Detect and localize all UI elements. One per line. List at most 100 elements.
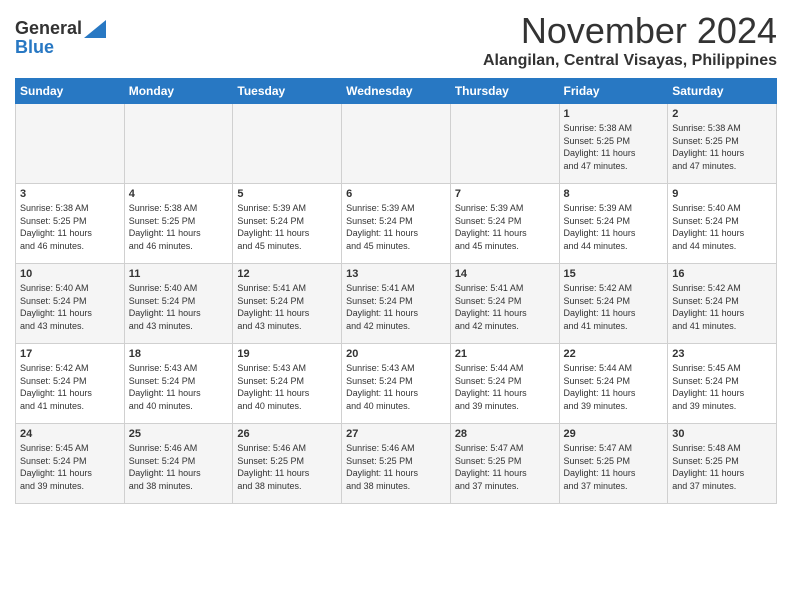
day-info: Sunrise: 5:48 AM Sunset: 5:25 PM Dayligh… [672, 442, 772, 492]
weekday-wednesday: Wednesday [342, 79, 451, 104]
day-number: 5 [237, 188, 337, 200]
day-info: Sunrise: 5:38 AM Sunset: 5:25 PM Dayligh… [672, 122, 772, 172]
calendar-cell [124, 104, 233, 184]
calendar-cell: 8 Sunrise: 5:39 AM Sunset: 5:24 PM Daylig… [559, 184, 668, 264]
day-number: 19 [237, 348, 337, 360]
day-number: 10 [20, 268, 120, 280]
day-number: 17 [20, 348, 120, 360]
day-info: Sunrise: 5:45 AM Sunset: 5:24 PM Dayligh… [20, 442, 120, 492]
calendar-cell [342, 104, 451, 184]
calendar-cell: 14 Sunrise: 5:41 AM Sunset: 5:24 PM Dayli… [450, 264, 559, 344]
day-number: 29 [564, 428, 664, 440]
day-number: 27 [346, 428, 446, 440]
calendar-cell: 16 Sunrise: 5:42 AM Sunset: 5:24 PM Dayli… [668, 264, 777, 344]
logo-icon [84, 20, 106, 38]
day-info: Sunrise: 5:44 AM Sunset: 5:24 PM Dayligh… [564, 362, 664, 412]
weekday-tuesday: Tuesday [233, 79, 342, 104]
weekday-sunday: Sunday [16, 79, 125, 104]
calendar-week-row: 3Sunrise: 5:38 AM Sunset: 5:25 PM Daylig… [16, 184, 777, 264]
day-info: Sunrise: 5:43 AM Sunset: 5:24 PM Dayligh… [237, 362, 337, 412]
page-header: General Blue November 2024 Alangilan, Ce… [15, 10, 777, 70]
day-info: Sunrise: 5:39 AM Sunset: 5:24 PM Dayligh… [346, 202, 446, 252]
day-info: Sunrise: 5:40 AM Sunset: 5:24 PM Dayligh… [20, 282, 120, 332]
day-number: 2 [672, 108, 772, 120]
calendar-week-row: 24 Sunrise: 5:45 AM Sunset: 5:24 PM Dayli… [16, 424, 777, 504]
calendar-cell: 1 Sunrise: 5:38 AM Sunset: 5:25 PM Daylig… [559, 104, 668, 184]
calendar-cell: 25 Sunrise: 5:46 AM Sunset: 5:24 PM Dayli… [124, 424, 233, 504]
day-number: 15 [564, 268, 664, 280]
day-info: Sunrise: 5:40 AM Sunset: 5:24 PM Dayligh… [672, 202, 772, 252]
day-info: Sunrise: 5:45 AM Sunset: 5:24 PM Dayligh… [672, 362, 772, 412]
calendar-cell: 10 Sunrise: 5:40 AM Sunset: 5:24 PM Dayli… [16, 264, 125, 344]
calendar-body: 1 Sunrise: 5:38 AM Sunset: 5:25 PM Daylig… [16, 104, 777, 504]
day-info: Sunrise: 5:38 AM Sunset: 5:25 PM Dayligh… [564, 122, 664, 172]
day-info: Sunrise: 5:41 AM Sunset: 5:24 PM Dayligh… [455, 282, 555, 332]
calendar-cell [450, 104, 559, 184]
day-number: 4 [129, 188, 229, 200]
day-info: Sunrise: 5:46 AM Sunset: 5:25 PM Dayligh… [346, 442, 446, 492]
day-info: Sunrise: 5:38 AM Sunset: 5:25 PM Dayligh… [20, 202, 120, 252]
day-info: Sunrise: 5:42 AM Sunset: 5:24 PM Dayligh… [672, 282, 772, 332]
day-number: 1 [564, 108, 664, 120]
calendar-cell [233, 104, 342, 184]
day-info: Sunrise: 5:38 AM Sunset: 5:25 PM Dayligh… [129, 202, 229, 252]
title-section: November 2024 Alangilan, Central Visayas… [483, 10, 777, 70]
day-number: 22 [564, 348, 664, 360]
day-number: 24 [20, 428, 120, 440]
calendar-cell: 11 Sunrise: 5:40 AM Sunset: 5:24 PM Dayli… [124, 264, 233, 344]
day-number: 7 [455, 188, 555, 200]
weekday-thursday: Thursday [450, 79, 559, 104]
calendar-cell: 22 Sunrise: 5:44 AM Sunset: 5:24 PM Dayli… [559, 344, 668, 424]
day-info: Sunrise: 5:39 AM Sunset: 5:24 PM Dayligh… [564, 202, 664, 252]
calendar-cell [16, 104, 125, 184]
calendar-cell: 3Sunrise: 5:38 AM Sunset: 5:25 PM Daylig… [16, 184, 125, 264]
calendar-cell: 15Sunrise: 5:42 AM Sunset: 5:24 PM Dayli… [559, 264, 668, 344]
calendar-cell: 24 Sunrise: 5:45 AM Sunset: 5:24 PM Dayli… [16, 424, 125, 504]
calendar-cell: 17 Sunrise: 5:42 AM Sunset: 5:24 PM Dayli… [16, 344, 125, 424]
day-number: 14 [455, 268, 555, 280]
calendar-cell: 9Sunrise: 5:40 AM Sunset: 5:24 PM Daylig… [668, 184, 777, 264]
day-number: 6 [346, 188, 446, 200]
logo-blue-text: Blue [15, 37, 54, 58]
calendar-week-row: 17 Sunrise: 5:42 AM Sunset: 5:24 PM Dayli… [16, 344, 777, 424]
calendar-cell: 30 Sunrise: 5:48 AM Sunset: 5:25 PM Dayli… [668, 424, 777, 504]
calendar-cell: 12Sunrise: 5:41 AM Sunset: 5:24 PM Dayli… [233, 264, 342, 344]
day-info: Sunrise: 5:40 AM Sunset: 5:24 PM Dayligh… [129, 282, 229, 332]
day-info: Sunrise: 5:47 AM Sunset: 5:25 PM Dayligh… [564, 442, 664, 492]
calendar-week-row: 10 Sunrise: 5:40 AM Sunset: 5:24 PM Dayli… [16, 264, 777, 344]
calendar-cell: 29 Sunrise: 5:47 AM Sunset: 5:25 PM Dayli… [559, 424, 668, 504]
day-number: 11 [129, 268, 229, 280]
calendar-cell: 28Sunrise: 5:47 AM Sunset: 5:25 PM Dayli… [450, 424, 559, 504]
day-info: Sunrise: 5:39 AM Sunset: 5:24 PM Dayligh… [237, 202, 337, 252]
day-number: 30 [672, 428, 772, 440]
day-info: Sunrise: 5:42 AM Sunset: 5:24 PM Dayligh… [20, 362, 120, 412]
day-info: Sunrise: 5:47 AM Sunset: 5:25 PM Dayligh… [455, 442, 555, 492]
calendar-cell: 19 Sunrise: 5:43 AM Sunset: 5:24 PM Dayli… [233, 344, 342, 424]
calendar-cell: 26Sunrise: 5:46 AM Sunset: 5:25 PM Dayli… [233, 424, 342, 504]
day-number: 16 [672, 268, 772, 280]
day-info: Sunrise: 5:43 AM Sunset: 5:24 PM Dayligh… [129, 362, 229, 412]
weekday-header-row: SundayMondayTuesdayWednesdayThursdayFrid… [16, 79, 777, 104]
calendar-cell: 21Sunrise: 5:44 AM Sunset: 5:24 PM Dayli… [450, 344, 559, 424]
location-title: Alangilan, Central Visayas, Philippines [483, 52, 777, 70]
day-number: 25 [129, 428, 229, 440]
day-info: Sunrise: 5:46 AM Sunset: 5:24 PM Dayligh… [129, 442, 229, 492]
calendar-cell: 20 Sunrise: 5:43 AM Sunset: 5:24 PM Dayli… [342, 344, 451, 424]
calendar-cell: 27 Sunrise: 5:46 AM Sunset: 5:25 PM Dayli… [342, 424, 451, 504]
day-number: 8 [564, 188, 664, 200]
day-number: 13 [346, 268, 446, 280]
calendar-cell: 23Sunrise: 5:45 AM Sunset: 5:24 PM Dayli… [668, 344, 777, 424]
weekday-friday: Friday [559, 79, 668, 104]
day-number: 18 [129, 348, 229, 360]
day-info: Sunrise: 5:41 AM Sunset: 5:24 PM Dayligh… [237, 282, 337, 332]
weekday-monday: Monday [124, 79, 233, 104]
day-info: Sunrise: 5:46 AM Sunset: 5:25 PM Dayligh… [237, 442, 337, 492]
logo-general-text: General [15, 18, 82, 39]
day-info: Sunrise: 5:41 AM Sunset: 5:24 PM Dayligh… [346, 282, 446, 332]
calendar-cell: 13 Sunrise: 5:41 AM Sunset: 5:24 PM Dayli… [342, 264, 451, 344]
calendar-cell: 4 Sunrise: 5:38 AM Sunset: 5:25 PM Daylig… [124, 184, 233, 264]
calendar-cell: 7Sunrise: 5:39 AM Sunset: 5:24 PM Daylig… [450, 184, 559, 264]
calendar-week-row: 1 Sunrise: 5:38 AM Sunset: 5:25 PM Daylig… [16, 104, 777, 184]
day-info: Sunrise: 5:43 AM Sunset: 5:24 PM Dayligh… [346, 362, 446, 412]
day-number: 20 [346, 348, 446, 360]
